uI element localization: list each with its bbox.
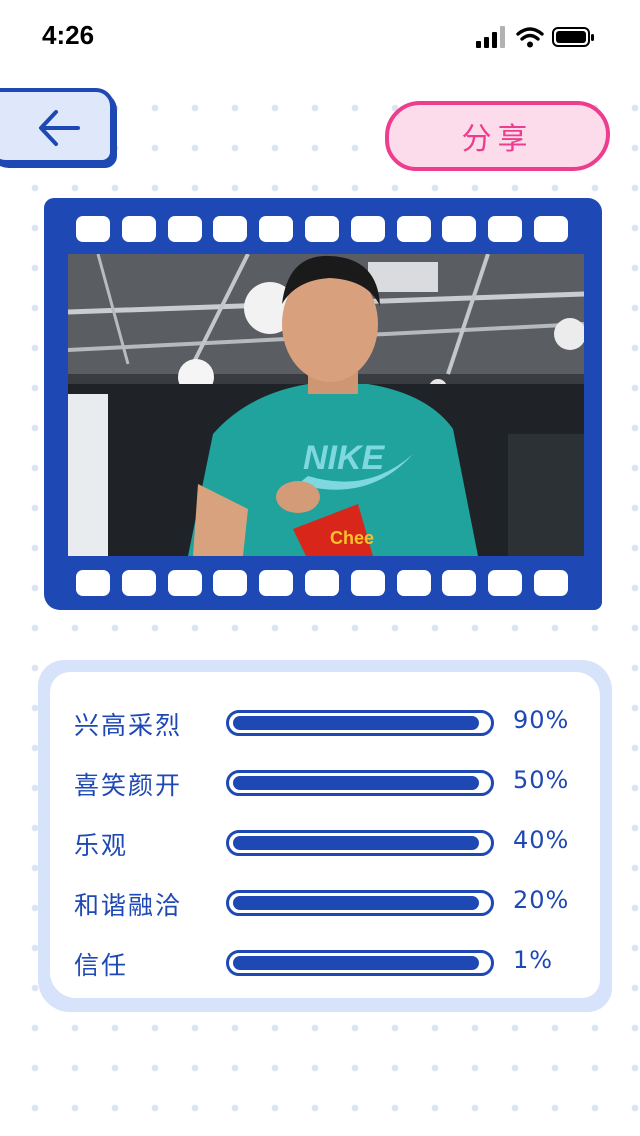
emotion-label: 乐观 (74, 831, 129, 860)
emotion-row: 乐观 40% (50, 824, 600, 864)
svg-text:NIKE: NIKE (303, 439, 386, 477)
emotion-value: 40% (513, 826, 570, 854)
arrow-left-icon (39, 110, 80, 146)
back-button[interactable] (0, 88, 114, 164)
emotion-label: 喜笑颜开 (74, 771, 183, 800)
emotion-value: 1% (513, 946, 554, 974)
signal-icon (476, 26, 505, 48)
emotion-row: 喜笑颜开 50% (50, 764, 600, 804)
emotion-row: 兴高采烈 90% (50, 704, 600, 744)
battery-icon (552, 27, 594, 47)
film-frame: NIKE Chee (44, 198, 602, 610)
wifi-icon (516, 27, 544, 48)
status-icons (476, 26, 616, 48)
emotion-value: 90% (513, 706, 570, 734)
emotion-progress-fill (233, 896, 479, 910)
sprocket-row-top (76, 216, 568, 242)
emotion-panel: 兴高采烈 90% 喜笑颜开 50% 乐观 40% 和谐融洽 20% 信任 1% (38, 660, 612, 1012)
emotion-progress-track (226, 770, 494, 796)
emotion-progress-fill (233, 776, 479, 790)
photo: NIKE Chee (68, 254, 584, 556)
emotion-label: 信任 (74, 951, 129, 980)
emotion-progress-track (226, 710, 494, 736)
emotion-progress-track (226, 830, 494, 856)
emotion-progress-track (226, 950, 494, 976)
svg-text:Chee: Chee (330, 528, 374, 548)
emotion-row: 信任 1% (50, 944, 600, 984)
emotion-value: 50% (513, 766, 570, 794)
share-button[interactable]: 分享 (385, 101, 610, 171)
status-time: 4:26 (42, 20, 95, 50)
emotion-label: 兴高采烈 (74, 711, 183, 740)
status-bar: 4:26 (0, 0, 640, 76)
emotion-label: 和谐融洽 (74, 891, 183, 920)
sprocket-row-bottom (76, 570, 568, 596)
emotion-progress-fill (233, 956, 479, 970)
emotion-row: 和谐融洽 20% (50, 884, 600, 924)
emotion-progress-fill (233, 836, 479, 850)
emotion-progress-fill (233, 716, 479, 730)
emotion-value: 20% (513, 886, 570, 914)
emotion-progress-track (226, 890, 494, 916)
emotion-panel-inner: 兴高采烈 90% 喜笑颜开 50% 乐观 40% 和谐融洽 20% 信任 1% (50, 672, 600, 998)
photo-illustration: NIKE Chee (68, 254, 584, 556)
